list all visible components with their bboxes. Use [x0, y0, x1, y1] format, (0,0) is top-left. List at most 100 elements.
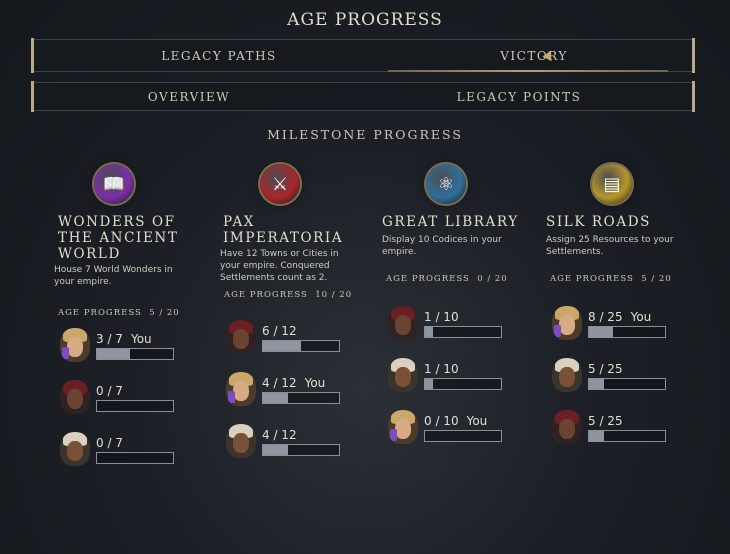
player-score: 1 / 10	[424, 310, 459, 324]
score-value: 0 / 7	[96, 384, 123, 398]
player-score: 3 / 7 You	[96, 332, 152, 346]
main-tab-bar: LEGACY PATHS VICTORY	[31, 38, 695, 73]
leader-avatar	[552, 410, 582, 444]
leader-avatar	[60, 380, 90, 414]
player-progress-row[interactable]: 0 / 7	[60, 432, 210, 472]
coin-stack-icon: ▤	[592, 164, 632, 204]
section-title: MILESTONE PROGRESS	[267, 127, 463, 142]
milestone-title-line: SILK ROADS	[546, 214, 651, 230]
progress-bar	[262, 340, 340, 352]
score-value: 8 / 25	[588, 310, 623, 324]
avatar-face	[395, 315, 411, 335]
score-value: 5 / 25	[588, 362, 623, 376]
open-book-icon: 📖	[94, 164, 134, 204]
milestone-title-line: PAX	[223, 214, 256, 230]
you-label: You	[130, 332, 152, 346]
avatar-face	[395, 419, 411, 439]
milestone-title-line: WONDERS OF	[58, 214, 176, 230]
score-value: 4 / 12	[262, 376, 297, 390]
player-score: 4 / 12	[262, 428, 297, 442]
tab-legacy-paths[interactable]: LEGACY PATHS	[114, 40, 324, 71]
leader-avatar	[226, 320, 256, 354]
tab-selected-underline	[388, 70, 668, 72]
progress-bar-fill	[589, 379, 605, 389]
avatar-face	[67, 441, 83, 461]
milestone-description: Assign 25 Resources to your Settlements.	[546, 235, 674, 257]
player-score: 0 / 7	[96, 436, 123, 450]
player-score: 5 / 25	[588, 414, 623, 428]
player-score: 1 / 10	[424, 362, 459, 376]
milestone-title-line: GREAT LIBRARY	[382, 214, 519, 230]
player-progress-row[interactable]: 0 / 10 You	[388, 410, 538, 450]
leader-avatar	[226, 372, 256, 406]
player-progress-row[interactable]: 4 / 12	[226, 424, 376, 464]
milestone-title: PAX IMPERATORIA	[223, 214, 343, 246]
you-marker	[228, 391, 235, 403]
score-value: 1 / 10	[424, 310, 459, 324]
subtab-overview[interactable]: OVERVIEW	[94, 83, 284, 110]
milestone-title: SILK ROADS	[546, 214, 651, 230]
progress-bar-fill	[589, 431, 605, 441]
milestone-title-line: WORLD	[58, 246, 121, 262]
avatar-face	[67, 337, 83, 357]
player-score: 8 / 25 You	[588, 310, 651, 324]
age-progress-label: AGE PROGRESS 0 / 20	[386, 274, 508, 284]
subtab-legacy-points[interactable]: LEGACY POINTS	[414, 83, 624, 110]
player-progress-row[interactable]: 5 / 25	[552, 410, 702, 450]
you-marker	[62, 347, 69, 359]
milestone-title-line: IMPERATORIA	[223, 230, 344, 246]
player-progress-row[interactable]: 5 / 25	[552, 358, 702, 398]
progress-bar-fill	[589, 327, 614, 337]
progress-bar	[96, 400, 174, 412]
progress-bar-fill	[263, 445, 289, 455]
progress-bar	[424, 430, 502, 442]
player-score: 5 / 25	[588, 362, 623, 376]
avatar-face	[233, 433, 249, 453]
score-value: 3 / 7	[96, 332, 123, 346]
screen-title: AGE PROGRESS	[287, 10, 443, 30]
progress-bar	[588, 430, 666, 442]
avatar-face	[559, 419, 575, 439]
leader-avatar	[388, 410, 418, 444]
tab-victory[interactable]: VICTORY	[384, 40, 684, 71]
player-progress-row[interactable]: 8 / 25 You	[552, 306, 702, 346]
player-progress-row[interactable]: 1 / 10	[388, 358, 538, 398]
player-progress-row[interactable]: 3 / 7 You	[60, 328, 210, 368]
score-value: 1 / 10	[424, 362, 459, 376]
progress-bar-fill	[425, 327, 433, 337]
progress-bar-fill	[263, 341, 301, 351]
progress-bar	[424, 378, 502, 390]
leader-avatar	[552, 306, 582, 340]
player-progress-row[interactable]: 6 / 12	[226, 320, 376, 360]
player-progress-row[interactable]: 4 / 12 You	[226, 372, 376, 412]
shield-sword-icon: ⚔	[260, 164, 300, 204]
sub-tab-bar: OVERVIEW LEGACY POINTS	[31, 81, 695, 112]
avatar-face	[559, 367, 575, 387]
player-progress-row[interactable]: 1 / 10	[388, 306, 538, 346]
progress-bar-fill	[425, 379, 433, 389]
leader-avatar	[60, 328, 90, 362]
score-value: 6 / 12	[262, 324, 297, 338]
progress-bar	[262, 444, 340, 456]
score-value: 0 / 7	[96, 436, 123, 450]
atom-icon: ⚛	[426, 164, 466, 204]
progress-bar	[424, 326, 502, 338]
progress-bar	[262, 392, 340, 404]
player-score: 0 / 7	[96, 384, 123, 398]
you-label: You	[630, 310, 652, 324]
player-score: 0 / 10 You	[424, 414, 487, 428]
score-value: 0 / 10	[424, 414, 459, 428]
leader-avatar	[226, 424, 256, 458]
player-progress-row[interactable]: 0 / 7	[60, 380, 210, 420]
milestone-title: WONDERS OF THE ANCIENT WORLD	[58, 214, 178, 262]
milestone-title-line: THE ANCIENT	[58, 230, 179, 246]
leader-avatar	[388, 306, 418, 340]
avatar-face	[233, 329, 249, 349]
age-progress-label: AGE PROGRESS 5 / 20	[58, 308, 180, 318]
progress-bar	[96, 452, 174, 464]
milestone-description: Have 12 Towns or Cities in your empire. …	[220, 249, 339, 283]
progress-bar-fill	[97, 349, 130, 359]
progress-bar	[588, 326, 666, 338]
milestone-title: GREAT LIBRARY	[382, 214, 519, 230]
age-progress-label: AGE PROGRESS 10 / 20	[224, 290, 353, 300]
